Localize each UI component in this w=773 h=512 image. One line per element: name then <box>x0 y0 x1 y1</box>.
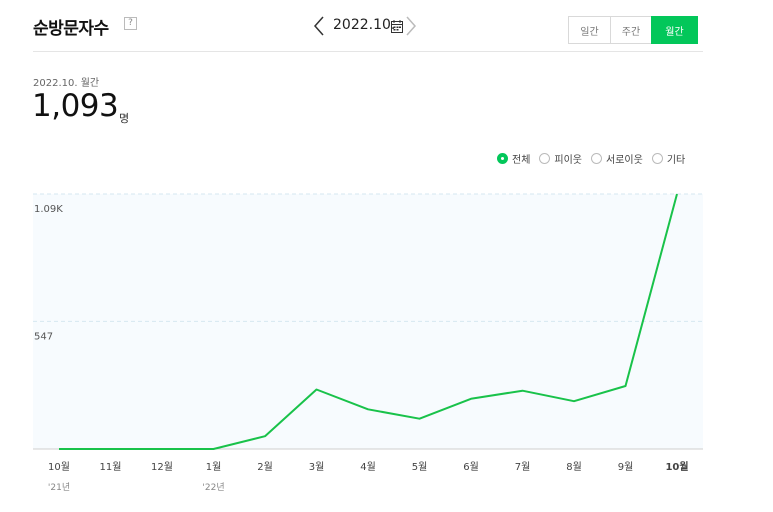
x-tick-label: 1월 <box>206 461 222 473</box>
x-tick-label: 6월 <box>463 461 479 473</box>
x-tick-sublabel: '21년 <box>48 482 70 493</box>
x-tick-label: 4월 <box>360 461 376 473</box>
x-tick-label: 9월 <box>618 461 634 473</box>
x-tick-label: 12월 <box>151 461 173 473</box>
x-tick-label: 10월 <box>48 461 70 473</box>
x-tick-label: 2월 <box>257 461 273 473</box>
x-tick-label: 5월 <box>412 461 428 473</box>
x-tick-label: 8월 <box>566 461 582 473</box>
y-tick-label: 1.09K <box>34 204 63 215</box>
y-tick-label: 547 <box>34 331 53 342</box>
x-tick-label: 3월 <box>309 461 325 473</box>
x-tick-sublabel: '22년 <box>202 482 224 493</box>
x-tick-label: 10월 <box>665 461 688 473</box>
x-tick-label: 7월 <box>515 461 531 473</box>
visitor-line-chart: 547 1.09K 10월 '21년 11월 12월 1월 '22년 2월 3월 4월 5월 6월 7월 8… <box>33 193 703 493</box>
x-tick-label: 11월 <box>100 461 122 473</box>
